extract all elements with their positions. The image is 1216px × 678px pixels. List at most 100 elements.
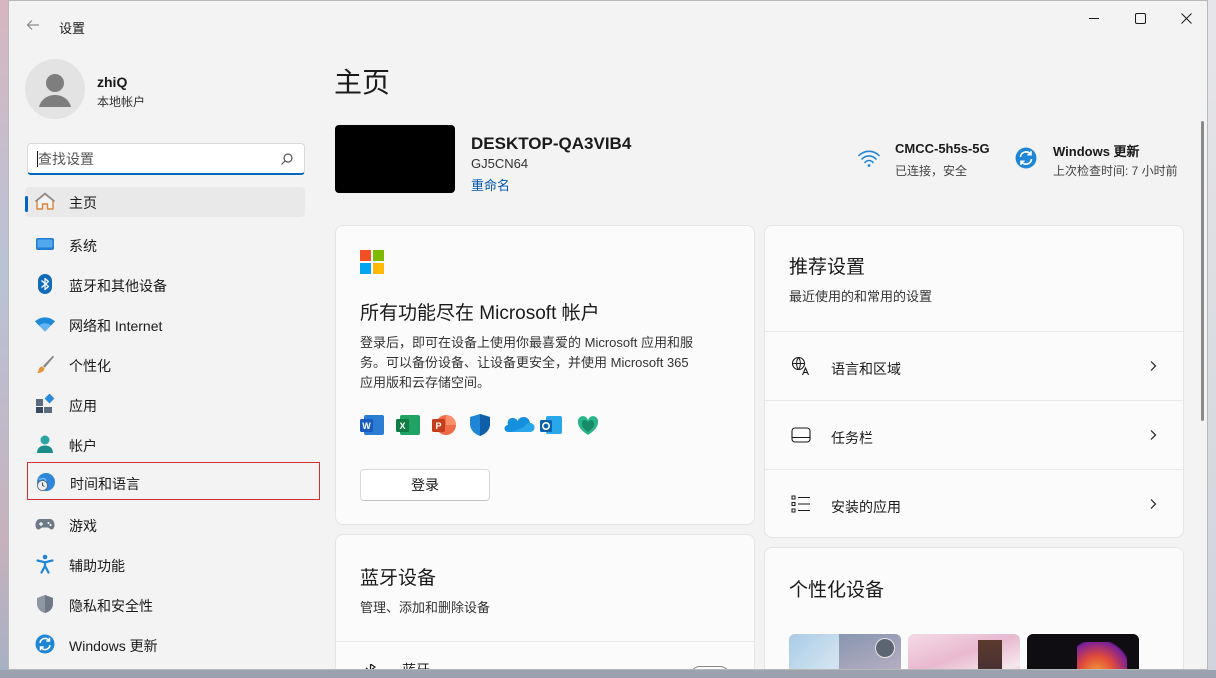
outlook-icon: [540, 416, 562, 434]
desktop-background-right: [1208, 0, 1216, 678]
svg-text:W: W: [362, 421, 371, 431]
recommended-settings-card: 推荐设置 最近使用的和常用的设置 语言和区域 任务栏 安装的应用: [764, 225, 1184, 538]
recommended-item-taskbar[interactable]: 任务栏: [765, 400, 1183, 469]
sidebar-item-label: 辅助功能: [69, 558, 125, 574]
search-icon[interactable]: [280, 152, 294, 166]
window-title: 设置: [59, 21, 86, 36]
chevron-right-icon: [1150, 499, 1157, 509]
windows-update-icon[interactable]: [1015, 147, 1037, 169]
sidebar-item-network[interactable]: 网络和 Internet: [25, 307, 305, 341]
sidebar-item-time-language[interactable]: 时间和语言: [27, 462, 320, 500]
sidebar-item-gaming[interactable]: 游戏: [25, 507, 305, 541]
sidebar-item-home[interactable]: 主页: [25, 187, 305, 217]
svg-text:P: P: [435, 421, 441, 431]
network-status: 已连接，安全: [895, 164, 968, 178]
sidebar-item-label: 隐私和安全性: [69, 598, 153, 614]
sidebar-item-label: 时间和语言: [70, 476, 140, 492]
sidebar-item-windows-update[interactable]: Windows 更新: [25, 627, 305, 661]
settings-window: 设置 zhiQ 本地帐户 查找设置 主页 系统 蓝牙和其他设备 网络和 Inte…: [8, 0, 1208, 670]
language-icon: [791, 356, 810, 376]
device-name: DESKTOP-QA3VIB4: [471, 134, 632, 153]
wallpaper-thumbnail[interactable]: [908, 634, 1020, 669]
desktop-background-bottom: [0, 670, 1216, 678]
sidebar-item-label: 应用: [69, 398, 97, 414]
card-title: 蓝牙设备: [360, 568, 437, 589]
windows-update-icon: [35, 634, 55, 654]
sidebar-item-label: 个性化: [69, 358, 111, 374]
time-language-icon: [37, 473, 55, 491]
microsoft-logo-icon: [360, 250, 384, 274]
apps-icon: [36, 394, 55, 413]
word-icon: W: [360, 415, 384, 435]
theme-thumbnail[interactable]: [789, 634, 901, 669]
sidebar: zhiQ 本地帐户 主页 系统: [9, 41, 329, 669]
recommended-item-language[interactable]: 语言和区域: [765, 331, 1183, 400]
bluetooth-icon: [365, 664, 377, 669]
brush-icon: [37, 355, 54, 373]
sidebar-item-accessibility[interactable]: 辅助功能: [25, 547, 305, 581]
spotlight-icon: [875, 638, 895, 658]
bluetooth-devices-card: 蓝牙设备 管理、添加和删除设备 蓝牙: [335, 534, 755, 669]
recommended-item-label: 任务栏: [831, 430, 873, 446]
description-line: 应用版和云存储空间。: [360, 375, 491, 390]
search-input[interactable]: [38, 149, 268, 169]
card-title: 推荐设置: [789, 257, 866, 278]
minimize-icon: [1089, 18, 1099, 19]
defender-icon: [470, 414, 490, 436]
minimize-button[interactable]: [1071, 1, 1117, 35]
network-name[interactable]: CMCC-5h5s-5G: [895, 141, 990, 156]
sidebar-item-system[interactable]: 系统: [25, 227, 305, 261]
microsoft-account-card: 所有功能尽在 Microsoft 帐户 登录后，即可在设备上使用你最喜爱的 Mi…: [335, 225, 755, 525]
wifi-icon[interactable]: [857, 146, 881, 170]
scrollbar[interactable]: [1201, 121, 1204, 421]
bluetooth-toggle[interactable]: [690, 666, 730, 669]
sidebar-item-privacy[interactable]: 隐私和安全性: [25, 587, 305, 621]
system-icon: [36, 238, 54, 250]
shield-icon: [37, 595, 53, 613]
installed-apps-icon: [791, 495, 810, 513]
sidebar-item-apps[interactable]: 应用: [25, 387, 305, 421]
back-arrow-icon[interactable]: [21, 13, 45, 37]
user-name: zhiQ: [97, 74, 128, 90]
family-icon: [577, 416, 599, 435]
card-subtitle: 最近使用的和常用的设置: [789, 289, 933, 304]
rename-link[interactable]: 重命名: [471, 175, 510, 194]
sidebar-item-label: 蓝牙和其他设备: [69, 278, 167, 294]
sign-in-button[interactable]: 登录: [360, 469, 490, 501]
device-model: GJ5CN64: [471, 156, 529, 171]
description-line: 务。可以备份设备、让设备更安全，并使用 Microsoft 365: [360, 355, 689, 370]
sidebar-item-personalization[interactable]: 个性化: [25, 347, 305, 381]
sidebar-item-label: Windows 更新: [69, 638, 158, 654]
close-button[interactable]: [1163, 1, 1207, 35]
wallpaper-figure: [978, 640, 1002, 669]
network-icon: [35, 317, 55, 332]
device-image: [335, 125, 455, 193]
recommended-item-label: 安装的应用: [831, 499, 901, 515]
page-title: 主页: [334, 67, 391, 98]
taskbar-icon: [791, 427, 811, 443]
bluetooth-toggle-row[interactable]: 蓝牙: [336, 641, 754, 669]
recommended-item-installed-apps[interactable]: 安装的应用: [765, 469, 1183, 537]
search-box[interactable]: [27, 143, 305, 175]
update-status: 上次检查时间: 7 小时前: [1053, 164, 1178, 178]
personalize-devices-card: 个性化设备: [764, 547, 1184, 669]
svg-text:X: X: [399, 421, 405, 431]
onedrive-icon: [504, 416, 535, 432]
sidebar-item-bluetooth[interactable]: 蓝牙和其他设备: [25, 267, 305, 301]
title-bar: 设置: [9, 1, 1207, 41]
update-name[interactable]: Windows 更新: [1053, 141, 1140, 160]
powerpoint-icon: P: [432, 415, 456, 435]
bluetooth-icon: [38, 274, 52, 294]
account-icon: [37, 435, 53, 453]
app-icons-row: W X P: [360, 414, 599, 436]
lockscreen-thumbnail[interactable]: [1027, 634, 1139, 669]
card-title: 所有功能尽在 Microsoft 帐户: [360, 303, 600, 324]
excel-icon: X: [396, 415, 420, 435]
lockscreen-flower: [1077, 642, 1127, 669]
close-icon: [1180, 12, 1192, 24]
sidebar-item-accounts[interactable]: 帐户: [25, 427, 305, 461]
chevron-right-icon: [1150, 430, 1157, 440]
maximize-button[interactable]: [1117, 1, 1163, 35]
desktop-background-left: [0, 0, 8, 678]
avatar[interactable]: [25, 59, 85, 119]
